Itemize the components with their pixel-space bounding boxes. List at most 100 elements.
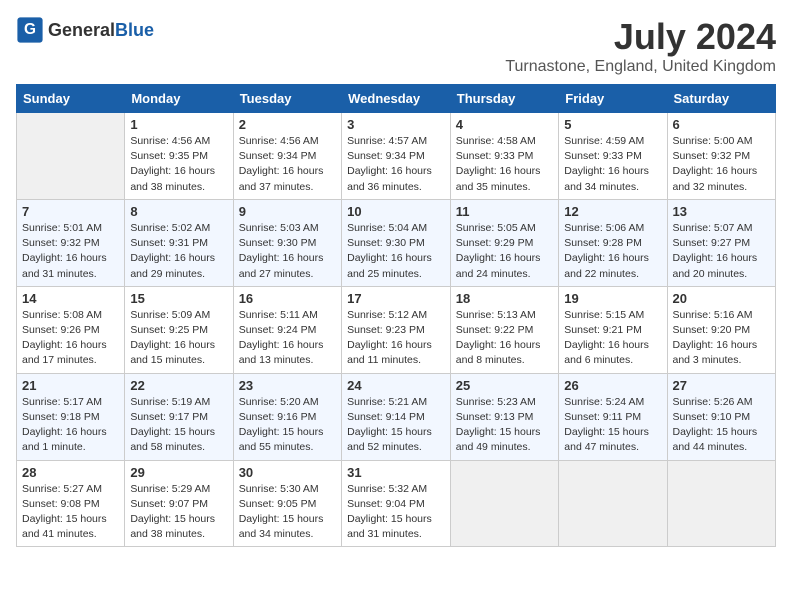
day-info: Sunrise: 5:16 AM Sunset: 9:20 PM Dayligh…	[673, 308, 771, 369]
calendar-cell: 29 Sunrise: 5:29 AM Sunset: 9:07 PM Dayli…	[125, 460, 233, 547]
day-info: Sunrise: 4:59 AM Sunset: 9:33 PM Dayligh…	[564, 134, 661, 195]
calendar-cell: 16 Sunrise: 5:11 AM Sunset: 9:24 PM Dayli…	[233, 286, 341, 373]
calendar-cell: 31Sunrise: 5:32 AM Sunset: 9:04 PM Dayli…	[342, 460, 451, 547]
weekday-header-wednesday: Wednesday	[342, 85, 451, 113]
day-number: 18	[456, 291, 553, 306]
calendar-cell: 11Sunrise: 5:05 AM Sunset: 9:29 PM Dayli…	[450, 199, 558, 286]
day-info: Sunrise: 5:23 AM Sunset: 9:13 PM Dayligh…	[456, 395, 553, 456]
day-info: Sunrise: 5:07 AM Sunset: 9:27 PM Dayligh…	[673, 221, 771, 282]
day-number: 21	[22, 378, 119, 393]
day-info: Sunrise: 5:30 AM Sunset: 9:05 PM Dayligh…	[239, 482, 336, 543]
title-block: July 2024 Turnastone, England, United Ki…	[505, 16, 776, 76]
day-number: 12	[564, 204, 661, 219]
calendar-cell: 22 Sunrise: 5:19 AM Sunset: 9:17 PM Dayli…	[125, 373, 233, 460]
day-info: Sunrise: 5:21 AM Sunset: 9:14 PM Dayligh…	[347, 395, 445, 456]
svg-text:G: G	[24, 21, 36, 38]
day-info: Sunrise: 5:02 AM Sunset: 9:31 PM Dayligh…	[130, 221, 227, 282]
calendar-cell: 9 Sunrise: 5:03 AM Sunset: 9:30 PM Daylig…	[233, 199, 341, 286]
calendar-cell: 4 Sunrise: 4:58 AM Sunset: 9:33 PM Daylig…	[450, 113, 558, 200]
week-row-2: 7 Sunrise: 5:01 AM Sunset: 9:32 PM Daylig…	[17, 199, 776, 286]
month-title: July 2024	[505, 16, 776, 58]
day-info: Sunrise: 5:20 AM Sunset: 9:16 PM Dayligh…	[239, 395, 336, 456]
calendar-cell: 25 Sunrise: 5:23 AM Sunset: 9:13 PM Dayli…	[450, 373, 558, 460]
day-number: 30	[239, 465, 336, 480]
day-number: 29	[130, 465, 227, 480]
logo: G GeneralBlue	[16, 16, 154, 44]
day-number: 13	[673, 204, 771, 219]
calendar-cell: 8Sunrise: 5:02 AM Sunset: 9:31 PM Daylig…	[125, 199, 233, 286]
day-number: 6	[673, 117, 771, 132]
day-number: 7	[22, 204, 119, 219]
day-info: Sunrise: 5:12 AM Sunset: 9:23 PM Dayligh…	[347, 308, 445, 369]
location: Turnastone, England, United Kingdom	[505, 58, 776, 76]
calendar-cell: 18 Sunrise: 5:13 AM Sunset: 9:22 PM Dayli…	[450, 286, 558, 373]
calendar-cell: 14Sunrise: 5:08 AM Sunset: 9:26 PM Dayli…	[17, 286, 125, 373]
day-number: 23	[239, 378, 336, 393]
day-info: Sunrise: 5:08 AM Sunset: 9:26 PM Dayligh…	[22, 308, 119, 369]
day-number: 4	[456, 117, 553, 132]
day-info: Sunrise: 5:03 AM Sunset: 9:30 PM Dayligh…	[239, 221, 336, 282]
calendar-cell: 28 Sunrise: 5:27 AM Sunset: 9:08 PM Dayli…	[17, 460, 125, 547]
calendar-cell	[17, 113, 125, 200]
logo-icon: G	[16, 16, 44, 44]
day-number: 16	[239, 291, 336, 306]
day-number: 9	[239, 204, 336, 219]
logo-blue: Blue	[115, 20, 154, 40]
day-info: Sunrise: 5:26 AM Sunset: 9:10 PM Dayligh…	[673, 395, 771, 456]
week-row-3: 14Sunrise: 5:08 AM Sunset: 9:26 PM Dayli…	[17, 286, 776, 373]
day-info: Sunrise: 5:27 AM Sunset: 9:08 PM Dayligh…	[22, 482, 119, 543]
day-number: 27	[673, 378, 771, 393]
week-row-1: 1Sunrise: 4:56 AM Sunset: 9:35 PM Daylig…	[17, 113, 776, 200]
day-info: Sunrise: 5:19 AM Sunset: 9:17 PM Dayligh…	[130, 395, 227, 456]
day-number: 28	[22, 465, 119, 480]
calendar-cell: 7 Sunrise: 5:01 AM Sunset: 9:32 PM Daylig…	[17, 199, 125, 286]
day-info: Sunrise: 5:01 AM Sunset: 9:32 PM Dayligh…	[22, 221, 119, 282]
weekday-header-sunday: Sunday	[17, 85, 125, 113]
day-info: Sunrise: 4:57 AM Sunset: 9:34 PM Dayligh…	[347, 134, 445, 195]
calendar-cell: 30 Sunrise: 5:30 AM Sunset: 9:05 PM Dayli…	[233, 460, 341, 547]
calendar-cell: 13 Sunrise: 5:07 AM Sunset: 9:27 PM Dayli…	[667, 199, 776, 286]
day-number: 24	[347, 378, 445, 393]
day-info: Sunrise: 5:24 AM Sunset: 9:11 PM Dayligh…	[564, 395, 661, 456]
day-number: 31	[347, 465, 445, 480]
calendar-cell: 19Sunrise: 5:15 AM Sunset: 9:21 PM Dayli…	[559, 286, 667, 373]
weekday-header-thursday: Thursday	[450, 85, 558, 113]
calendar-cell: 2Sunrise: 4:56 AM Sunset: 9:34 PM Daylig…	[233, 113, 341, 200]
day-number: 25	[456, 378, 553, 393]
day-info: Sunrise: 4:58 AM Sunset: 9:33 PM Dayligh…	[456, 134, 553, 195]
weekday-header-friday: Friday	[559, 85, 667, 113]
week-row-5: 28 Sunrise: 5:27 AM Sunset: 9:08 PM Dayli…	[17, 460, 776, 547]
day-info: Sunrise: 5:13 AM Sunset: 9:22 PM Dayligh…	[456, 308, 553, 369]
weekday-header-saturday: Saturday	[667, 85, 776, 113]
day-info: Sunrise: 5:11 AM Sunset: 9:24 PM Dayligh…	[239, 308, 336, 369]
calendar-cell: 15 Sunrise: 5:09 AM Sunset: 9:25 PM Dayli…	[125, 286, 233, 373]
day-info: Sunrise: 5:06 AM Sunset: 9:28 PM Dayligh…	[564, 221, 661, 282]
week-row-4: 21 Sunrise: 5:17 AM Sunset: 9:18 PM Dayli…	[17, 373, 776, 460]
day-number: 5	[564, 117, 661, 132]
day-info: Sunrise: 5:29 AM Sunset: 9:07 PM Dayligh…	[130, 482, 227, 543]
calendar-cell: 12 Sunrise: 5:06 AM Sunset: 9:28 PM Dayli…	[559, 199, 667, 286]
day-info: Sunrise: 5:17 AM Sunset: 9:18 PM Dayligh…	[22, 395, 119, 456]
calendar-cell: 6Sunrise: 5:00 AM Sunset: 9:32 PM Daylig…	[667, 113, 776, 200]
calendar-cell: 23 Sunrise: 5:20 AM Sunset: 9:16 PM Dayli…	[233, 373, 341, 460]
weekday-header-row: SundayMondayTuesdayWednesdayThursdayFrid…	[17, 85, 776, 113]
day-number: 2	[239, 117, 336, 132]
page-header: G GeneralBlue July 2024 Turnastone, Engl…	[16, 16, 776, 76]
day-number: 22	[130, 378, 227, 393]
weekday-header-tuesday: Tuesday	[233, 85, 341, 113]
day-number: 15	[130, 291, 227, 306]
day-number: 3	[347, 117, 445, 132]
calendar-cell: 21 Sunrise: 5:17 AM Sunset: 9:18 PM Dayli…	[17, 373, 125, 460]
calendar-cell: 5 Sunrise: 4:59 AM Sunset: 9:33 PM Daylig…	[559, 113, 667, 200]
calendar-cell: 20Sunrise: 5:16 AM Sunset: 9:20 PM Dayli…	[667, 286, 776, 373]
day-info: Sunrise: 5:04 AM Sunset: 9:30 PM Dayligh…	[347, 221, 445, 282]
day-info: Sunrise: 4:56 AM Sunset: 9:35 PM Dayligh…	[130, 134, 227, 195]
calendar-cell: 1Sunrise: 4:56 AM Sunset: 9:35 PM Daylig…	[125, 113, 233, 200]
day-number: 26	[564, 378, 661, 393]
calendar-cell: 24 Sunrise: 5:21 AM Sunset: 9:14 PM Dayli…	[342, 373, 451, 460]
calendar-cell: 26 Sunrise: 5:24 AM Sunset: 9:11 PM Dayli…	[559, 373, 667, 460]
calendar-cell: 17 Sunrise: 5:12 AM Sunset: 9:23 PM Dayli…	[342, 286, 451, 373]
day-number: 17	[347, 291, 445, 306]
day-number: 10	[347, 204, 445, 219]
day-info: Sunrise: 5:09 AM Sunset: 9:25 PM Dayligh…	[130, 308, 227, 369]
